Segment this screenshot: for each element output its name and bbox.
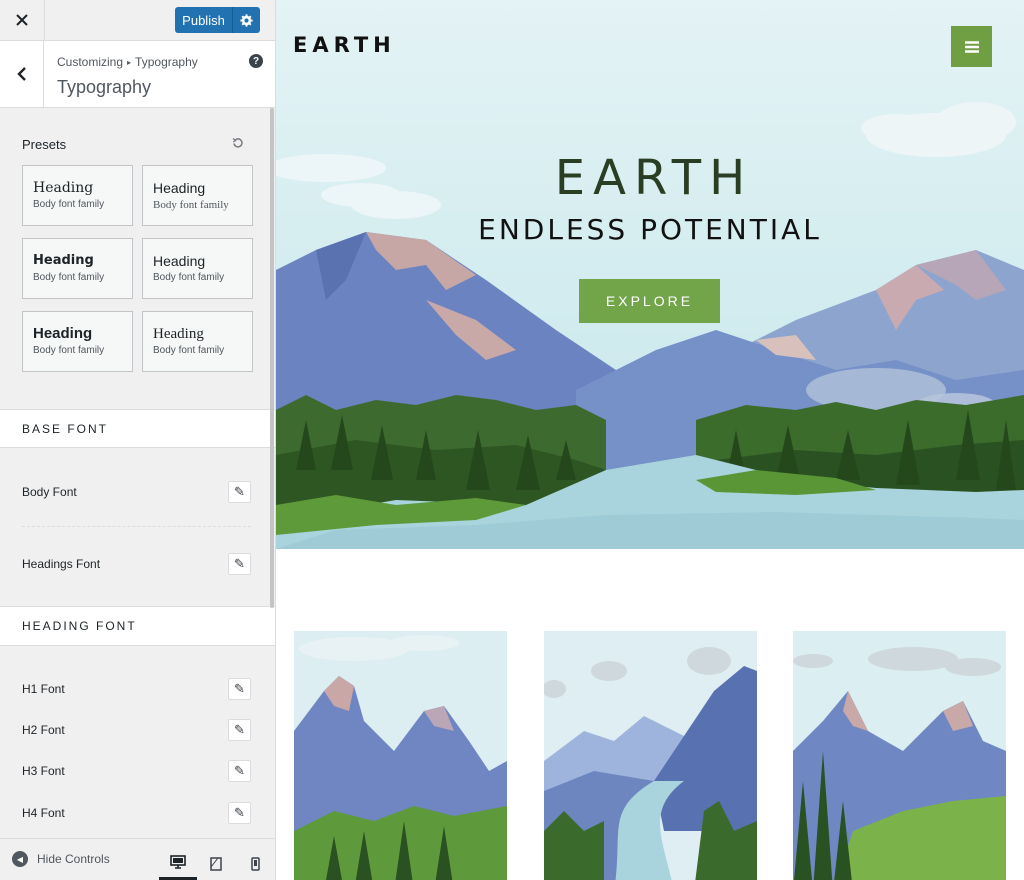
- desktop-preview-button[interactable]: [159, 847, 197, 880]
- gallery-card-1[interactable]: [294, 631, 507, 880]
- publish-group: Publish: [175, 7, 260, 33]
- h4-font-label: H4 Font: [22, 806, 65, 820]
- body-font-label: Body Font: [22, 485, 77, 499]
- preset-option-5[interactable]: Heading Body font family: [22, 311, 133, 372]
- preset-body: Body font family: [33, 345, 105, 356]
- preset-heading: Heading: [153, 180, 206, 196]
- menu-button[interactable]: [951, 26, 992, 67]
- pencil-icon: ✎: [234, 805, 245, 820]
- h2-font-label: H2 Font: [22, 723, 65, 737]
- tablet-preview-button[interactable]: [197, 847, 235, 880]
- desktop-icon: [170, 855, 186, 869]
- mobile-icon: [250, 857, 260, 871]
- customizer-footer: ◀ Hide Controls: [0, 838, 275, 880]
- headings-font-control: Headings Font ✎: [22, 552, 251, 576]
- close-customizer-button[interactable]: [0, 0, 45, 40]
- hero-landscape-illustration: [276, 102, 1024, 549]
- heading-font-heading: HEADING FONT: [0, 606, 275, 646]
- edit-h1-font-button[interactable]: ✎: [228, 678, 251, 700]
- customizer-sidebar: Publish Customizing ▸ Typography Typograph…: [0, 0, 276, 880]
- preset-body: Body font family: [153, 199, 229, 211]
- help-icon[interactable]: ?: [249, 54, 263, 68]
- reset-icon[interactable]: [232, 136, 244, 152]
- preset-heading: Heading: [33, 325, 93, 342]
- preset-body: Body font family: [153, 345, 225, 356]
- card-illustration: [544, 631, 757, 880]
- preset-option-4[interactable]: Heading Body font family: [142, 238, 253, 299]
- hamburger-icon: [964, 40, 979, 53]
- headings-font-label: Headings Font: [22, 557, 101, 571]
- close-icon: [16, 14, 28, 26]
- preset-body: Body font family: [33, 199, 105, 210]
- gallery-card-3[interactable]: [793, 631, 1006, 880]
- explore-button[interactable]: EXPLORE: [579, 279, 720, 323]
- site-logo[interactable]: EARTH: [293, 33, 396, 57]
- edit-h3-font-button[interactable]: ✎: [228, 760, 251, 782]
- preset-heading: Heading: [153, 326, 204, 342]
- h3-font-control: H3 Font ✎: [22, 759, 251, 783]
- h1-font-control: H1 Font ✎: [22, 677, 251, 701]
- preset-heading: Heading: [33, 253, 94, 268]
- card-illustration: [294, 631, 507, 880]
- publish-settings-button[interactable]: [233, 7, 260, 33]
- preset-option-3[interactable]: Heading Body font family: [22, 238, 133, 299]
- edit-h4-font-button[interactable]: ✎: [228, 802, 251, 824]
- pencil-icon: ✎: [234, 681, 245, 696]
- card-illustration: [793, 631, 1006, 880]
- publish-button[interactable]: Publish: [175, 7, 233, 33]
- preset-option-1[interactable]: Heading Body font family: [22, 165, 133, 226]
- breadcrumb: Customizing ▸ Typography: [57, 55, 198, 69]
- back-button[interactable]: [0, 41, 44, 107]
- pencil-icon: ✎: [234, 722, 245, 737]
- edit-body-font-button[interactable]: ✎: [228, 481, 251, 503]
- preset-grid: Heading Body font family Heading Body font…: [22, 165, 253, 372]
- arrow-left-circle-icon: ◀: [12, 851, 28, 867]
- section-header: Customizing ▸ Typography Typography ?: [0, 41, 275, 108]
- presets-label: Presets: [22, 137, 67, 152]
- tablet-icon: [210, 857, 222, 871]
- preset-heading: Heading: [153, 253, 206, 269]
- site-preview: EARTH EARTH ENDLESS POTENTIAL EXPLORE: [276, 0, 1024, 880]
- breadcrumb-separator-icon: ▸: [127, 58, 132, 67]
- pencil-icon: ✎: [234, 763, 245, 778]
- preset-option-6[interactable]: Heading Body font family: [142, 311, 253, 372]
- chevron-left-icon: [16, 67, 26, 81]
- h3-font-label: H3 Font: [22, 764, 65, 778]
- hero-title: EARTH: [554, 150, 754, 206]
- pencil-icon: ✎: [234, 484, 245, 499]
- h2-font-control: H2 Font ✎: [22, 718, 251, 742]
- h1-font-label: H1 Font: [22, 682, 65, 696]
- hero-subtitle: ENDLESS POTENTIAL: [478, 213, 822, 246]
- hide-controls-label: Hide Controls: [37, 852, 110, 866]
- customizer-header: Publish: [0, 0, 275, 41]
- pencil-icon: ✎: [234, 556, 245, 571]
- gallery-card-2[interactable]: [544, 631, 757, 880]
- preset-body: Body font family: [153, 272, 225, 283]
- preset-heading: Heading: [33, 180, 94, 196]
- mobile-preview-button[interactable]: [236, 847, 274, 880]
- h4-font-control: H4 Font ✎: [22, 801, 251, 825]
- hide-controls-button[interactable]: ◀ Hide Controls: [12, 851, 110, 867]
- preset-body: Body font family: [33, 272, 105, 283]
- divider: [22, 526, 251, 527]
- breadcrumb-root: Customizing: [57, 55, 124, 69]
- body-font-control: Body Font ✎: [22, 480, 251, 504]
- page-title: Typography: [57, 77, 152, 97]
- sidebar-scrollbar[interactable]: [270, 108, 274, 608]
- edit-headings-font-button[interactable]: ✎: [228, 553, 251, 575]
- gear-icon: [240, 13, 253, 27]
- hero-section: EARTH EARTH ENDLESS POTENTIAL EXPLORE: [276, 0, 1024, 549]
- breadcrumb-current: Typography: [135, 55, 198, 69]
- base-font-heading: BASE FONT: [0, 409, 275, 448]
- edit-h2-font-button[interactable]: ✎: [228, 719, 251, 741]
- preset-option-2[interactable]: Heading Body font family: [142, 165, 253, 226]
